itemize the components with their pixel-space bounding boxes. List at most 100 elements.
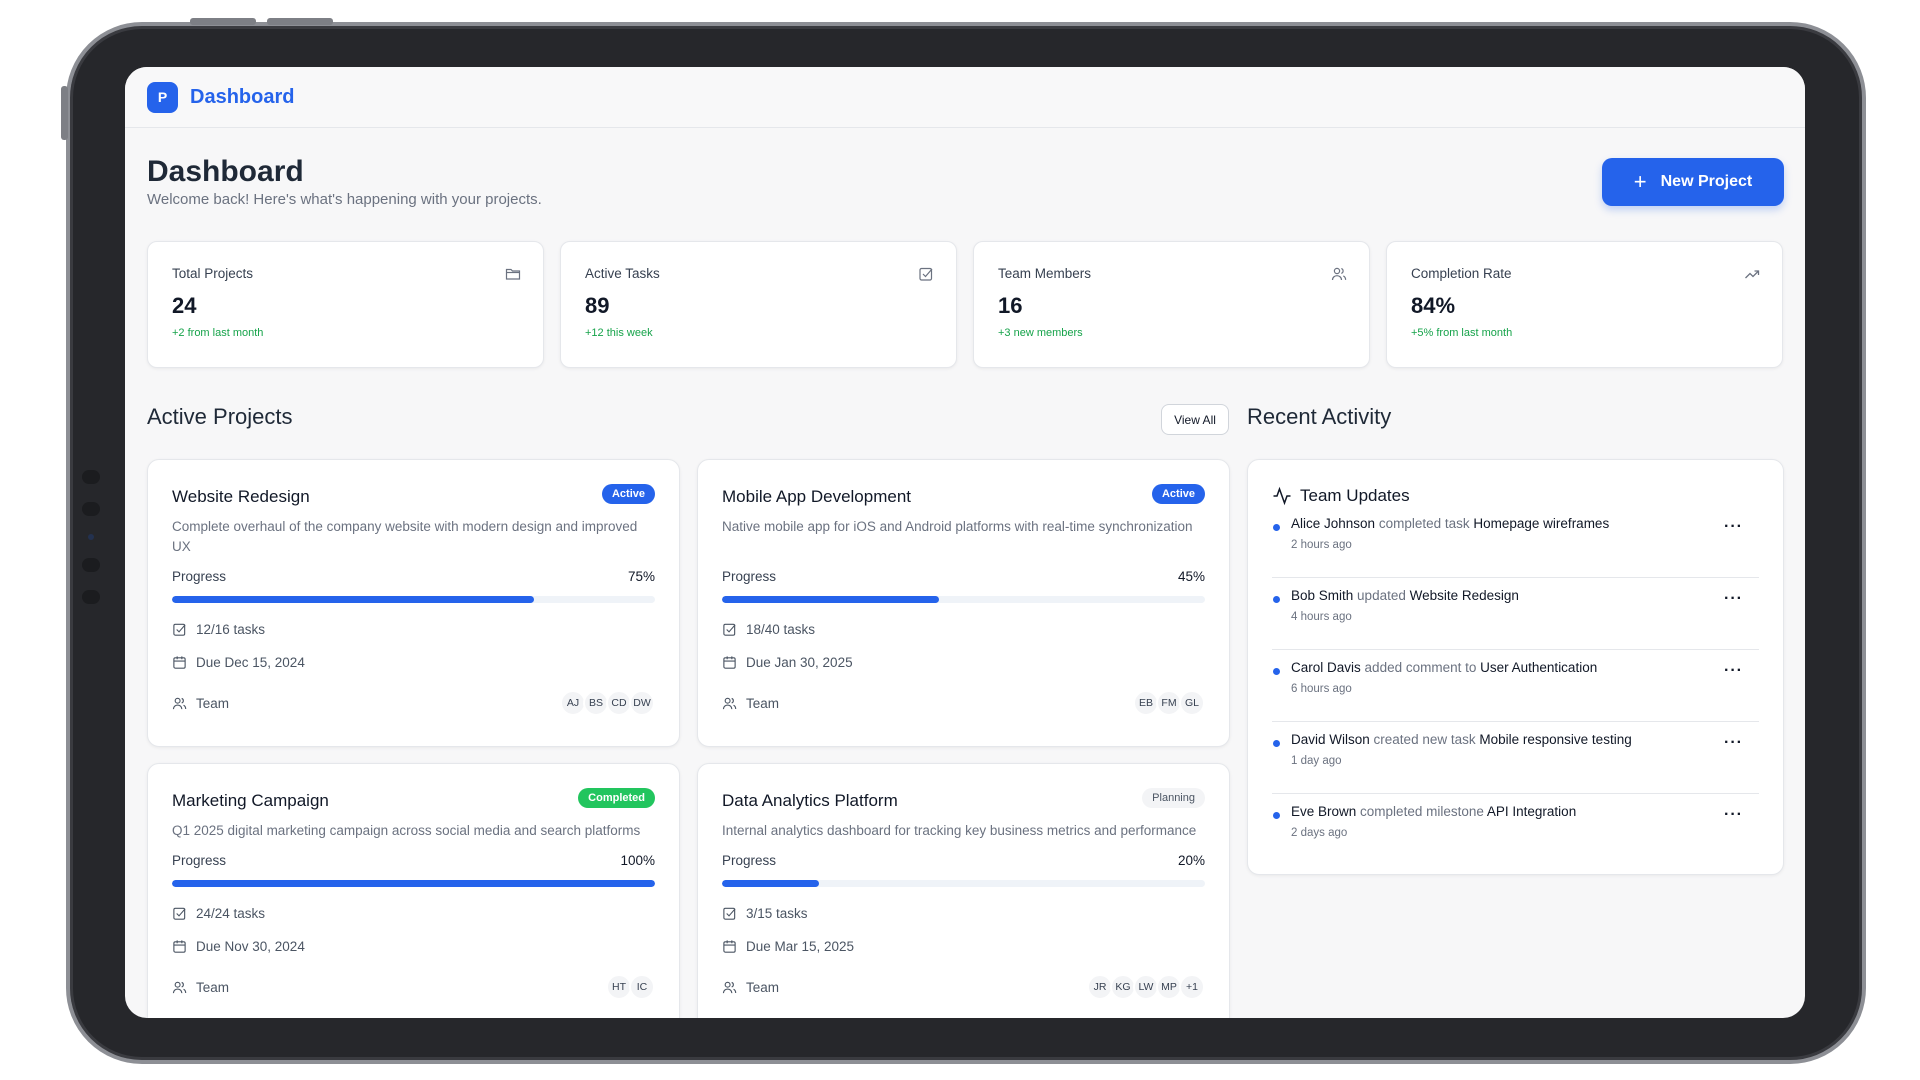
task-count: 24/24 tasks xyxy=(196,906,266,921)
project-card[interactable]: Website Redesign Active Complete overhau… xyxy=(147,459,680,747)
stat-card-completion-rate: Completion Rate 84% +5% from last month xyxy=(1386,241,1783,368)
activity-action: created new task xyxy=(1373,732,1476,747)
progress-fill xyxy=(722,596,940,603)
more-options-icon[interactable]: ··· xyxy=(1724,734,1743,752)
activity-target: Homepage wireframes xyxy=(1473,516,1610,531)
stat-label: Completion Rate xyxy=(1411,266,1512,281)
project-title: Data Analytics Platform xyxy=(722,791,898,810)
stat-label: Total Projects xyxy=(172,266,254,281)
activity-dot xyxy=(1273,740,1280,747)
avatar-group: HT IC xyxy=(606,974,655,1000)
activity-time: 6 hours ago xyxy=(1291,683,1352,695)
due-date: Due Mar 15, 2025 xyxy=(746,939,855,954)
stat-card-team-members: Team Members 16 +3 new members xyxy=(973,241,1370,368)
avatar-overflow[interactable]: +1 xyxy=(1179,974,1205,1000)
stat-label: Active Tasks xyxy=(585,266,660,281)
stat-delta: +5% from last month xyxy=(1411,327,1513,339)
activity-time: 1 day ago xyxy=(1291,755,1342,767)
due-date: Due Jan 30, 2025 xyxy=(746,655,853,670)
section-headers: Active Projects View All Recent Activity xyxy=(147,368,1784,456)
activity-item[interactable]: Alice Johnson completed task Homepage wi… xyxy=(1272,506,1759,578)
users-icon xyxy=(172,981,187,993)
status-badge: Planning xyxy=(1142,788,1205,808)
activity-item[interactable]: Carol Davis added comment to User Authen… xyxy=(1272,650,1759,722)
progress-fill xyxy=(172,880,655,887)
users-icon xyxy=(722,697,737,709)
progress-bar xyxy=(172,596,655,603)
calendar-icon xyxy=(173,656,186,669)
stat-delta: +2 from last month xyxy=(172,327,264,339)
more-options-icon[interactable]: ··· xyxy=(1724,590,1743,608)
check-square-icon xyxy=(173,623,186,636)
project-description: Native mobile app for iOS and Android pl… xyxy=(722,519,1193,534)
activity-target: Website Redesign xyxy=(1409,588,1519,603)
stat-value: 16 xyxy=(998,293,1023,318)
more-options-icon[interactable]: ··· xyxy=(1724,518,1743,536)
app-logo[interactable]: P xyxy=(147,81,178,113)
plus-icon: + xyxy=(1633,169,1647,194)
activity-item[interactable]: Eve Brown completed milestone API Integr… xyxy=(1272,794,1759,866)
check-square-icon xyxy=(723,907,736,920)
main-content: Dashboard Welcome back! Here's what's ha… xyxy=(125,128,1805,456)
trending-up-icon xyxy=(1745,270,1760,279)
avatar-group: JR KG LW MP +1 xyxy=(1087,974,1205,1000)
activity-time: 2 days ago xyxy=(1291,827,1348,839)
stat-value: 24 xyxy=(172,293,197,318)
activity-target: API Integration xyxy=(1486,804,1577,819)
more-options-icon[interactable]: ··· xyxy=(1724,662,1743,680)
activity-item[interactable]: David Wilson created new task Mobile res… xyxy=(1272,722,1759,794)
calendar-icon xyxy=(723,656,736,669)
power-button xyxy=(61,86,68,140)
sensor-bar xyxy=(82,470,104,622)
activity-dot xyxy=(1273,668,1280,675)
check-square-icon xyxy=(723,623,736,636)
activity-action: completed task xyxy=(1378,516,1470,531)
progress-percent: 100% xyxy=(620,853,655,868)
check-square-icon xyxy=(919,267,933,281)
team-label: Team xyxy=(196,695,230,711)
task-count: 18/40 tasks xyxy=(746,622,816,637)
project-card[interactable]: Marketing Campaign Completed Q1 2025 dig… xyxy=(147,763,680,1018)
volume-down-button xyxy=(267,18,333,25)
new-project-button[interactable]: + New Project xyxy=(1602,158,1784,206)
avatar[interactable]: IC xyxy=(629,974,655,1000)
activity-item[interactable]: Bob Smith updated Website Redesign 4 hou… xyxy=(1272,578,1759,650)
stat-delta: +12 this week xyxy=(585,327,653,339)
activity-user: Carol Davis xyxy=(1291,660,1361,675)
status-badge: Active xyxy=(1151,484,1205,504)
avatar[interactable]: GL xyxy=(1179,690,1205,716)
activity-action: updated xyxy=(1357,588,1406,603)
stat-value: 89 xyxy=(585,293,610,318)
avatar-group: EB FM GL xyxy=(1133,690,1205,716)
team-updates-title: Team Updates xyxy=(1300,486,1410,505)
project-description: Q1 2025 digital marketing campaign acros… xyxy=(172,823,641,838)
team-label: Team xyxy=(746,979,780,995)
calendar-icon xyxy=(723,940,736,953)
progress-percent: 75% xyxy=(627,569,655,584)
activity-target: User Authentication xyxy=(1480,660,1598,675)
project-card[interactable]: Data Analytics Platform Planning Interna… xyxy=(697,763,1230,1018)
new-project-label: New Project xyxy=(1660,173,1753,190)
stat-card-active-tasks: Active Tasks 89 +12 this week xyxy=(560,241,957,368)
team-updates-header: Team Updates xyxy=(1272,486,1759,506)
avatar[interactable]: DW xyxy=(629,690,655,716)
stat-value: 84% xyxy=(1411,293,1456,318)
activity-user: Bob Smith xyxy=(1291,588,1354,603)
stat-label: Team Members xyxy=(998,266,1092,281)
project-title: Website Redesign xyxy=(172,487,310,506)
due-date: Due Dec 15, 2024 xyxy=(196,655,305,670)
more-options-icon[interactable]: ··· xyxy=(1724,806,1743,824)
team-updates-card: Team Updates Alice Johnson completed tas… xyxy=(1247,459,1784,875)
stat-card-total-projects: Total Projects 24 +2 from last month xyxy=(147,241,544,368)
project-card[interactable]: Mobile App Development Active Native mob… xyxy=(697,459,1230,747)
activity-dot xyxy=(1273,812,1280,819)
progress-label: Progress xyxy=(172,569,227,584)
page-title: Dashboard xyxy=(147,155,304,188)
progress-label: Progress xyxy=(722,569,777,584)
view-all-button[interactable]: View All xyxy=(1161,404,1229,435)
recent-activity-title: Recent Activity xyxy=(1247,404,1392,429)
progress-bar xyxy=(722,596,1205,603)
brand-link[interactable]: Dashboard xyxy=(190,86,294,109)
progress-percent: 20% xyxy=(1177,853,1205,868)
progress-percent: 45% xyxy=(1177,569,1205,584)
